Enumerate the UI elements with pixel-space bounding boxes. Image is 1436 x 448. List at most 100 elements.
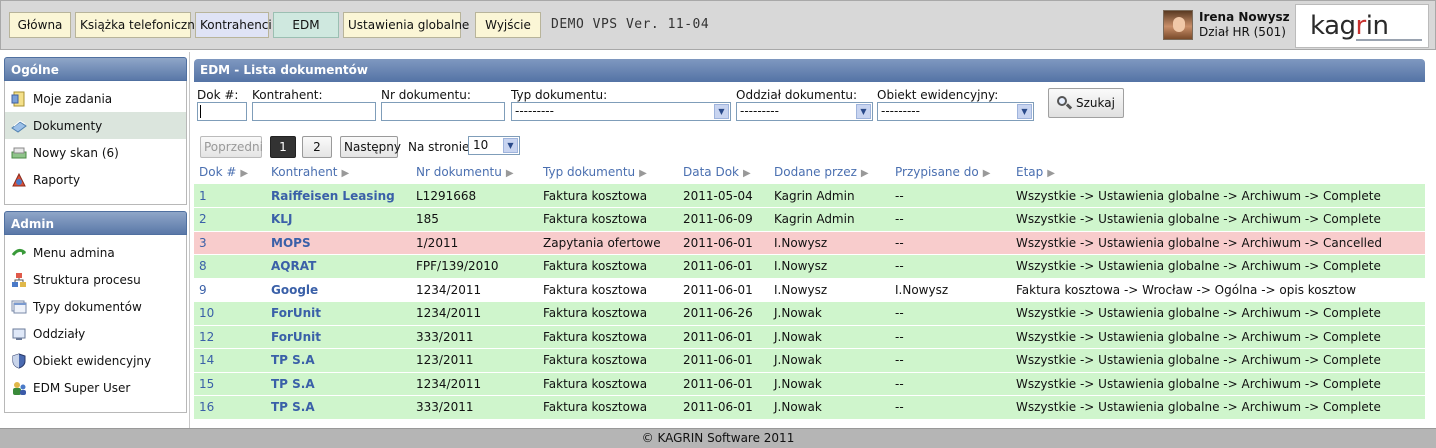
nav-wyjscie-button[interactable]: Wyjście: [475, 12, 541, 38]
table-cell: --: [890, 207, 1011, 232]
table-cell[interactable]: Google: [266, 278, 411, 302]
typ-dokumentu-select[interactable]: --------- ▼: [511, 102, 731, 121]
search-icon: [1057, 96, 1073, 110]
table-cell[interactable]: 2: [194, 207, 266, 232]
user-name: Irena Nowysz: [1199, 10, 1290, 24]
table-cell: Zapytania ofertowe: [538, 231, 678, 255]
table-row[interactable]: 14 TP S.A 123/2011 Faktura kosztowa 2011-06-…: [194, 348, 1425, 373]
nr-dokumentu-input[interactable]: [381, 102, 505, 121]
sort-arrow-icon: ▶: [505, 168, 514, 179]
sort-arrow-icon: ▶: [639, 168, 647, 179]
table-cell: --: [890, 348, 1011, 373]
table-cell[interactable]: 15: [194, 372, 266, 396]
column-header-1[interactable]: Kontrahent ▶: [266, 160, 411, 184]
table-cell[interactable]: 14: [194, 348, 266, 373]
nr-dokumentu-label: Nr dokumentu:: [381, 88, 471, 102]
per-page-select[interactable]: 10 ▼: [468, 136, 520, 155]
table-cell[interactable]: 12: [194, 325, 266, 349]
nav-ksiazka-button[interactable]: Książka telefoniczna: [75, 12, 202, 38]
sidebar-item-struktura-procesu[interactable]: Struktura procesu: [5, 266, 186, 293]
user-box: Irena Nowysz Dział HR (501): [1163, 10, 1290, 40]
table-cell[interactable]: Raiffeisen Leasing: [266, 184, 411, 208]
sidebar: Ogólne Moje zadania Dokumenty Nowy skan …: [4, 57, 187, 413]
table-cell: 2011-06-01: [678, 254, 769, 279]
table-cell[interactable]: 1: [194, 184, 266, 208]
sidebar-item-dokumenty[interactable]: Dokumenty: [5, 112, 186, 139]
obiekt-select[interactable]: --------- ▼: [877, 102, 1034, 121]
dok-input[interactable]: [197, 102, 247, 121]
table-cell: 123/2011: [411, 348, 538, 373]
kontrahent-input[interactable]: [252, 102, 376, 121]
sidebar-item-nowy-skan[interactable]: Nowy skan (6): [5, 139, 186, 166]
table-cell[interactable]: 3: [194, 231, 266, 255]
table-cell[interactable]: TP S.A: [266, 395, 411, 420]
oddzial-select[interactable]: --------- ▼: [736, 102, 873, 121]
column-header-5[interactable]: Dodane przez ▶: [769, 160, 890, 184]
table-cell: Wszystkie -> Ustawienia globalne -> Arch…: [1011, 254, 1425, 279]
documents-icon: [11, 118, 27, 134]
table-cell: J.Nowak: [769, 372, 890, 396]
table-row[interactable]: 16 TP S.A 333/2011 Faktura kosztowa 2011-06-…: [194, 395, 1425, 420]
table-cell: Wszystkie -> Ustawienia globalne -> Arch…: [1011, 325, 1425, 349]
table-cell[interactable]: AQRAT: [266, 254, 411, 279]
page-2-button[interactable]: 2: [302, 136, 332, 158]
column-header-4[interactable]: Data Dok ▶: [678, 160, 769, 184]
nav-edm-button[interactable]: EDM: [273, 12, 339, 38]
table-cell[interactable]: 16: [194, 395, 266, 420]
table-cell: --: [890, 395, 1011, 420]
column-header-3[interactable]: Typ dokumentu ▶: [538, 160, 678, 184]
sidebar-item-typy-dokumentow[interactable]: Typy dokumentów: [5, 293, 186, 320]
sort-arrow-icon: ▶: [240, 168, 249, 179]
nav-glowna-button[interactable]: Główna: [9, 12, 71, 38]
table-row[interactable]: 10 ForUnit 1234/2011 Faktura kosztowa 2011-0…: [194, 301, 1425, 326]
oddzial-label: Oddział dokumentu:: [736, 88, 858, 102]
prev-page-button[interactable]: Poprzedni: [200, 136, 263, 158]
dok-label: Dok #:: [197, 88, 239, 102]
table-cell[interactable]: TP S.A: [266, 372, 411, 396]
process-structure-icon: [11, 272, 27, 288]
typ-dokumentu-label: Typ dokumentu:: [511, 88, 608, 102]
table-row[interactable]: 15 TP S.A 1234/2011 Faktura kosztowa 2011-06…: [194, 372, 1425, 396]
table-cell: 333/2011: [411, 395, 538, 420]
table-cell: 2011-06-01: [678, 395, 769, 420]
column-header-6[interactable]: Przypisane do ▶: [890, 160, 1011, 184]
table-row[interactable]: 1 Raiffeisen Leasing L1291668 Faktura koszt…: [194, 184, 1425, 208]
sidebar-item-edm-super-user[interactable]: EDM Super User: [5, 374, 186, 401]
table-cell: 2011-06-01: [678, 348, 769, 373]
column-header-7[interactable]: Etap ▶: [1011, 160, 1425, 184]
table-row[interactable]: 2 KLJ 185 Faktura kosztowa 2011-06-09 Kagrin …: [194, 207, 1425, 232]
column-header-0[interactable]: Dok # ▶: [194, 160, 266, 184]
table-cell: Faktura kosztowa: [538, 254, 678, 279]
sidebar-item-obiekt-ewidencyjny[interactable]: Obiekt ewidencyjny: [5, 347, 186, 374]
pagination: Poprzedni 1 2 Następny Na stronie 10 ▼: [194, 126, 1425, 160]
table-cell[interactable]: MOPS: [266, 231, 411, 255]
sidebar-item-moje-zadania[interactable]: Moje zadania: [5, 85, 186, 112]
table-row[interactable]: 9 Google 1234/2011 Faktura kosztowa 2011-06-…: [194, 278, 1425, 302]
table-cell[interactable]: TP S.A: [266, 348, 411, 373]
table-cell[interactable]: 10: [194, 301, 266, 326]
table-cell: Kagrin Admin: [769, 207, 890, 232]
sidebar-item-oddzialy[interactable]: Oddziały: [5, 320, 186, 347]
table-cell: 1234/2011: [411, 301, 538, 326]
table-cell[interactable]: 9: [194, 278, 266, 302]
table-cell[interactable]: 8: [194, 254, 266, 279]
table-row[interactable]: 12 ForUnit 333/2011 Faktura kosztowa 2011-06…: [194, 325, 1425, 349]
nav-kontrahenci-button[interactable]: Kontrahenci: [195, 12, 272, 38]
table-cell[interactable]: ForUnit: [266, 325, 411, 349]
nav-ustawienia-button[interactable]: Ustawienia globalne: [343, 12, 469, 38]
next-page-button[interactable]: Następny: [340, 136, 401, 158]
sort-arrow-icon: ▶: [982, 168, 991, 179]
table-cell: Faktura kosztowa: [538, 348, 678, 373]
page-title: EDM - Lista dokumentów: [194, 59, 1425, 82]
sort-arrow-icon: ▶: [743, 168, 751, 179]
search-button[interactable]: Szukaj: [1048, 88, 1124, 118]
reports-icon: [11, 172, 27, 188]
table-row[interactable]: 3 MOPS 1/2011 Zapytania ofertowe 2011-06-01 I…: [194, 231, 1425, 255]
sidebar-item-menu-admina[interactable]: Menu admina: [5, 239, 186, 266]
sidebar-item-raporty[interactable]: Raporty: [5, 166, 186, 193]
table-cell[interactable]: KLJ: [266, 207, 411, 232]
page-1-button[interactable]: 1: [270, 136, 296, 158]
column-header-2[interactable]: Nr dokumentu ▶: [411, 160, 538, 184]
table-row[interactable]: 8 AQRAT FPF/139/2010 Faktura kosztowa 2011-0…: [194, 254, 1425, 279]
table-cell[interactable]: ForUnit: [266, 301, 411, 326]
